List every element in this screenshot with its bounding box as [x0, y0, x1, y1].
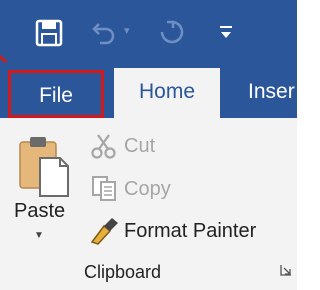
save-icon[interactable] — [34, 18, 64, 48]
paste-button[interactable]: Paste — [14, 200, 65, 222]
cut-button[interactable]: Cut — [124, 134, 155, 158]
undo-dropdown-icon[interactable]: ▾ — [124, 24, 130, 37]
copy-icon — [92, 176, 116, 201]
scissors-icon — [91, 134, 116, 159]
tab-file[interactable]: File — [8, 70, 104, 118]
tab-insert[interactable]: Inser — [248, 68, 308, 118]
customize-qat-icon[interactable] — [218, 22, 234, 42]
clipboard-group-label: Clipboard — [84, 262, 162, 282]
paste-icon[interactable] — [16, 134, 72, 198]
paintbrush-icon — [90, 218, 118, 245]
tab-home[interactable]: Home — [114, 68, 220, 118]
dialog-launcher-icon[interactable] — [280, 264, 292, 276]
paste-dropdown-icon[interactable]: ▼ — [34, 230, 44, 241]
copy-button[interactable]: Copy — [124, 177, 171, 201]
format-painter-button[interactable]: Format Painter — [124, 219, 256, 243]
undo-icon[interactable] — [90, 18, 118, 46]
redo-icon[interactable] — [158, 18, 186, 46]
